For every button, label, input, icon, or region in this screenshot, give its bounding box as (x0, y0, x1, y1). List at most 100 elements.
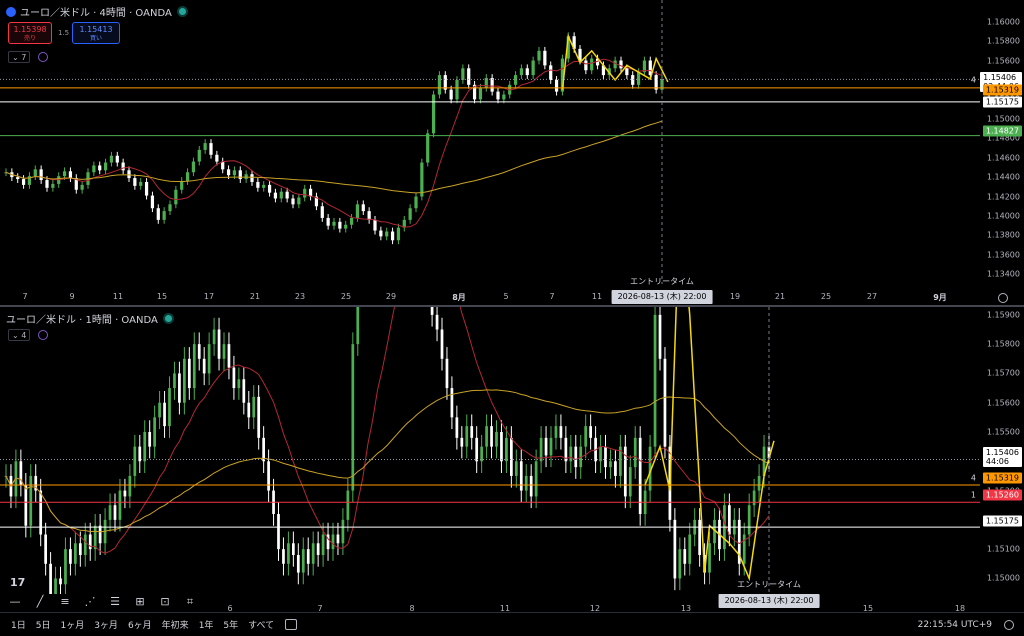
sell-button[interactable]: 1.15398 売り (8, 22, 52, 44)
date-range-calendar-icon[interactable] (285, 619, 298, 630)
indicator-settings-icon[interactable] (38, 330, 49, 340)
candle-body (549, 65, 553, 80)
timeframe-button-5[interactable]: 年初来 (157, 618, 194, 631)
candle-body (351, 344, 355, 491)
chart-pane-1h[interactable]: 1.15900 1.15800 1.15700 1.15600 1.15500 1.154… (0, 307, 1024, 613)
candle-body (69, 549, 72, 564)
candle-body (306, 549, 310, 564)
price-chart-4h[interactable] (0, 0, 980, 306)
candle-body (349, 217, 354, 225)
candle-body (257, 396, 261, 438)
price-tick: 1.16000 (986, 17, 1020, 27)
candle-body (465, 426, 469, 447)
candle-body (609, 461, 612, 468)
price-tick: 1.14000 (986, 211, 1020, 221)
alert-count-orange-1h: 4 (970, 473, 976, 483)
candle-body (192, 344, 196, 389)
candle-body (180, 181, 184, 190)
text-icon[interactable]: ☰ (104, 594, 126, 610)
candle-body (525, 68, 529, 76)
timeframe-button-3[interactable]: 3ヶ月 (89, 618, 123, 631)
candle-body (529, 475, 533, 497)
clock-display[interactable]: 22:15:54 UTC+9 (918, 620, 992, 630)
candle-body (698, 519, 701, 555)
candle-body (673, 519, 677, 579)
candle-body (543, 50, 547, 66)
price-chart-1h[interactable] (0, 307, 980, 612)
candle-body (757, 475, 761, 491)
crosshair-icon[interactable]: — (4, 594, 26, 610)
current-price-1h: 1.15406 (985, 448, 1019, 457)
candle-body (282, 549, 285, 564)
candle-body (326, 217, 330, 226)
candle-body (285, 191, 289, 199)
candle-body (191, 161, 196, 173)
candle-body (549, 437, 553, 456)
indicator-settings-icon[interactable] (38, 52, 49, 62)
market-open-icon (178, 8, 186, 15)
candle-body (414, 196, 418, 209)
candle-body (197, 344, 201, 359)
settings-gear-icon[interactable] (998, 293, 1008, 303)
chart-pane-4h[interactable]: 1.160001.158001.156001.154001.152001.150… (0, 0, 1024, 306)
timeframe-button-8[interactable]: すべて (243, 618, 279, 631)
candle-body (108, 505, 112, 520)
indicator-toggle-1h[interactable]: ⌄ 4 (8, 329, 31, 341)
candle-body (262, 184, 266, 188)
candle-body (445, 358, 449, 389)
zoom-icon[interactable]: ⊡ (154, 594, 176, 610)
candle-body (158, 402, 161, 418)
candle-body (321, 534, 325, 555)
timeframe-button-1[interactable]: 5日 (31, 618, 56, 631)
current-price-4h: 1.15406 (983, 73, 1017, 82)
candle-body (619, 60, 623, 69)
magnet-icon[interactable]: ⌗ (179, 594, 201, 610)
trend-line-icon[interactable]: ╱ (29, 594, 51, 610)
timeframe-button-6[interactable]: 1年 (194, 618, 219, 631)
candle-body (396, 227, 401, 241)
bottom-settings-gear-icon[interactable] (1004, 619, 1014, 630)
orange-level-tag-4h: 1.15319 (982, 84, 1022, 96)
price-tick: 1.15100 (986, 544, 1020, 554)
symbol-header-1h[interactable]: ユーロ／米ドル · 1時間 · OANDA (6, 311, 172, 326)
indicator-legend-1h[interactable]: ⌄ 4 (8, 329, 49, 341)
symbol-title-4h[interactable]: ユーロ／米ドル · 4時間 · OANDA (20, 4, 172, 19)
symbol-title-1h[interactable]: ユーロ／米ドル · 1時間 · OANDA (6, 311, 158, 326)
pattern-icon[interactable]: ⋰ (79, 594, 101, 610)
timeframe-button-2[interactable]: 1ヶ月 (55, 618, 89, 631)
drawing-toolbar: — ╱ ≡ ⋰ ☰ ⊞ ⊡ ⌗ (4, 594, 201, 612)
buy-label: 買い (89, 35, 102, 42)
candle-body (663, 358, 667, 447)
tradingview-logo[interactable]: 17 (10, 576, 25, 589)
symbol-header-4h[interactable]: ユーロ／米ドル · 4時間 · OANDA (6, 4, 186, 19)
candle-body (475, 437, 479, 462)
candle-body (64, 549, 67, 585)
timeframe-button-4[interactable]: 6ヶ月 (123, 618, 157, 631)
candle-body (742, 534, 746, 564)
green-level-tag-4h: 1.14827 (982, 125, 1022, 137)
candle-body (584, 60, 588, 71)
candle-body (121, 162, 125, 171)
price-tick: 1.15600 (986, 398, 1020, 408)
indicator-toggle-4h[interactable]: ⌄ 7 (8, 51, 31, 63)
white-level-tag-1h: 1.15175 (982, 515, 1022, 527)
price-axis-4h[interactable]: 1.160001.158001.156001.154001.152001.150… (980, 0, 1024, 306)
time-tick: 5 (503, 292, 509, 301)
candle-body (519, 461, 523, 491)
candle-body (203, 143, 207, 150)
candle-body (80, 184, 84, 190)
buy-button[interactable]: 1.15413 買い (72, 22, 120, 44)
candle-body (39, 490, 43, 535)
current-price-tag-1h: 1.15406 44:06 (982, 447, 1022, 467)
candle-body (168, 204, 172, 212)
candle-body (502, 94, 506, 100)
measure-icon[interactable]: ⊞ (129, 594, 151, 610)
indicator-legend-4h[interactable]: ⌄ 7 (8, 51, 49, 63)
candle-body (614, 461, 617, 476)
timeframe-button-7[interactable]: 5年 (218, 618, 243, 631)
candle-body (341, 519, 345, 544)
timeframe-button-0[interactable]: 1日 (6, 618, 31, 631)
candle-body (467, 68, 471, 85)
candle-body (227, 344, 231, 368)
fib-icon[interactable]: ≡ (54, 594, 76, 610)
